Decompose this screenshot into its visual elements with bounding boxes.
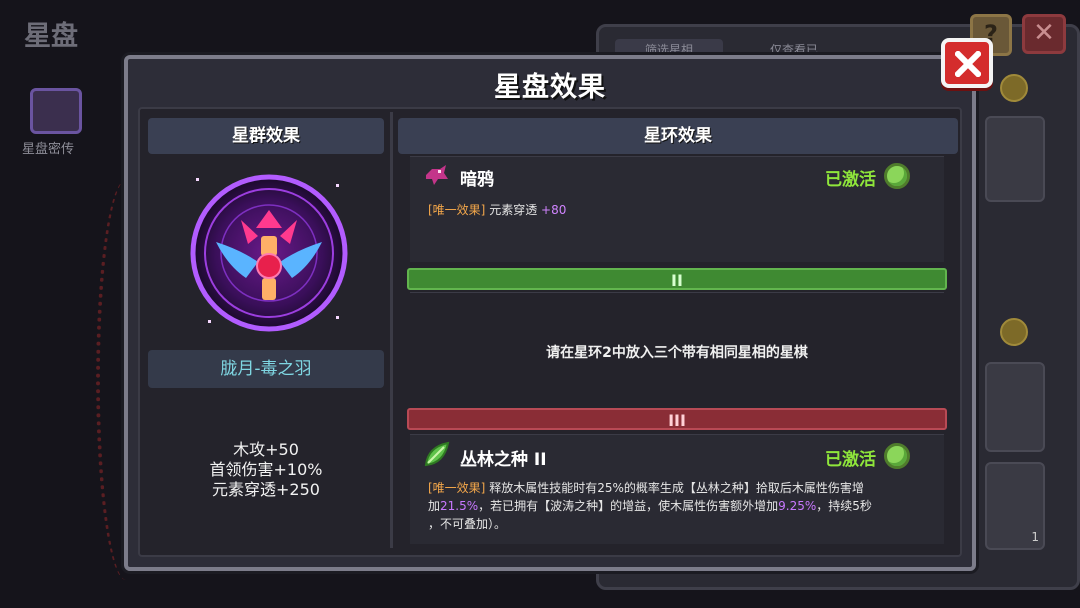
constellation-effect-header: 星群效果 — [148, 118, 384, 154]
background-title: 星盘 — [24, 21, 78, 52]
ring-3-desc-line-3: ，不可叠加）。 — [428, 517, 507, 531]
constellation-stats: 木攻+50 首领伤害+10% 元素穿透+250 — [148, 440, 384, 500]
leaf-seed-icon — [424, 441, 450, 467]
ring-3-value-1: 21.5% — [440, 499, 479, 513]
ring-effect-header: 星环效果 — [398, 118, 958, 154]
coin-icon — [1000, 74, 1028, 102]
raven-icon — [426, 165, 448, 185]
ring-3-desc-text: ，持续5秒 — [816, 499, 872, 513]
activated-indicator — [884, 443, 910, 469]
ring-3-effect: [唯一效果] 释放木属性技能时有25%的概率生成【丛林之种】拾取后木属性伤害增 … — [428, 479, 938, 533]
constellation-name: 胧月-毒之羽 — [148, 350, 384, 388]
stat-wood-attack: 木攻+50 — [233, 440, 299, 459]
ring-3-desc-line-2: 加21.5%，若已拥有【波涛之种】的增益，使木属性伤害额外增加9.25%，持续5… — [428, 497, 938, 515]
constellation-emblem-icon — [190, 174, 348, 332]
background-slot[interactable] — [985, 362, 1045, 452]
unique-effect-tag: [唯一效果] — [428, 481, 486, 495]
ring-3-desc-text: ，若已拥有【波涛之种】的增益，使木属性伤害额外增加 — [478, 499, 779, 513]
tier-2-bar: II — [407, 268, 947, 290]
background-slot[interactable] — [985, 116, 1045, 202]
coin-icon — [1000, 318, 1028, 346]
close-button[interactable] — [941, 38, 993, 88]
ring-3-desc-line-1: [唯一效果] 释放木属性技能时有25%的概率生成【丛林之种】拾取后木属性伤害增 — [428, 479, 938, 497]
ring-3-desc-text: 加 — [428, 499, 441, 513]
activated-indicator — [884, 163, 910, 189]
slot-count: 1 — [1031, 530, 1039, 544]
ring-1-status: 已激活 — [825, 170, 876, 190]
ring-3-row: 丛林之种 II 已激活 — [420, 439, 930, 473]
ring-1-effect-value: +80 — [541, 203, 567, 217]
unique-effect-tag: [唯一效果] — [428, 203, 486, 217]
stat-boss-damage: 首领伤害+10% — [209, 460, 323, 479]
close-icon — [955, 51, 981, 77]
ring-1-card: 暗鸦 已激活 [唯一效果] 元素穿透 +80 — [410, 156, 944, 262]
ring-3-name: 丛林之种 II — [460, 450, 547, 470]
background-close-button[interactable]: ✕ — [1022, 14, 1066, 54]
column-divider — [390, 112, 393, 548]
stat-element-penetration: 元素穿透+250 — [212, 480, 320, 499]
background-slot[interactable]: 1 — [985, 462, 1045, 550]
tier-3-bar: III — [407, 408, 947, 430]
ring-1-name: 暗鸦 — [460, 170, 494, 190]
ring-1-effect: [唯一效果] 元素穿透 +80 — [428, 201, 566, 219]
star-secret-icon[interactable] — [30, 88, 82, 134]
ring-3-status: 已激活 — [825, 450, 876, 470]
modal-title: 星盘效果 — [494, 72, 606, 103]
ring-3-card: 丛林之种 II 已激活 [唯一效果] 释放木属性技能时有25%的概率生成【丛林之… — [410, 434, 944, 544]
ring-1-row: 暗鸦 已激活 — [420, 159, 930, 193]
ring-3-value-2: 9.25% — [778, 499, 817, 513]
star-secret-label: 星盘密传 — [22, 142, 75, 157]
ring-2-hint: 请在星环2中放入三个带有相同星相的星棋 — [546, 345, 808, 361]
ring-3-desc-text: 释放木属性技能时有25%的概率生成【丛林之种】拾取后木属性伤害增 — [489, 481, 864, 495]
ring-1-effect-text: 元素穿透 — [489, 203, 538, 217]
